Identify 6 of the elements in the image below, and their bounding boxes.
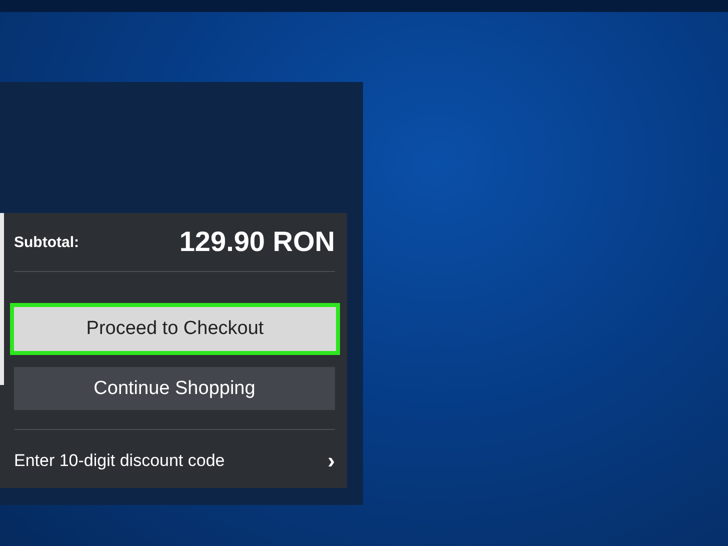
continue-shopping-button[interactable]: Continue Shopping — [14, 367, 335, 410]
checkout-button[interactable]: Proceed to Checkout — [10, 303, 340, 355]
discount-code-link[interactable]: Enter 10-digit discount code — [14, 450, 225, 470]
subtotal-label: Subtotal: — [14, 234, 79, 250]
subtotal-amount: 129.90 RON — [179, 226, 335, 258]
chevron-icon: › — [328, 448, 335, 474]
